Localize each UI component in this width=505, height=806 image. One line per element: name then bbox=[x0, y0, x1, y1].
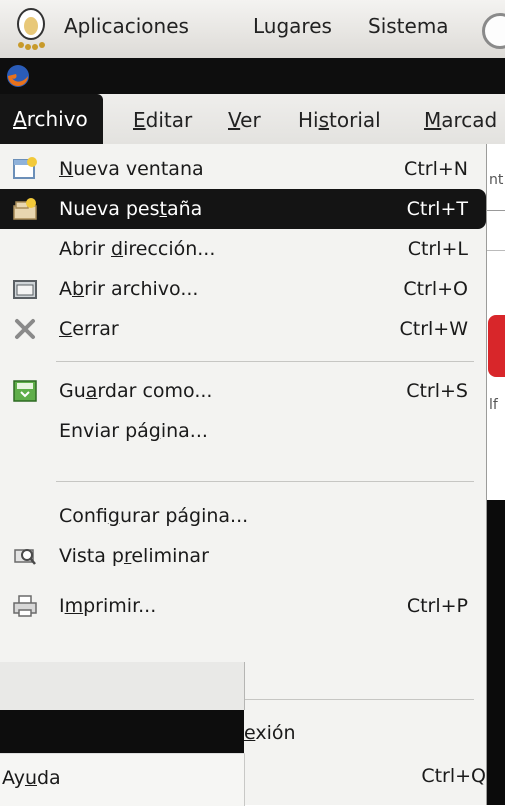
menu-item-nueva-ventana[interactable]: Nueva ventana Ctrl+N bbox=[0, 149, 486, 189]
panel-menu-sistema[interactable]: Sistema bbox=[368, 14, 449, 38]
print-preview-icon bbox=[14, 549, 36, 565]
background-text: lf bbox=[489, 397, 498, 413]
menu-item-cerrar[interactable]: Cerrar Ctrl+W bbox=[0, 309, 486, 349]
menubar: Archivo Editar Ver Historial Marcad bbox=[0, 94, 505, 144]
menu-item-guardar-como[interactable]: Guardar como... Ctrl+S bbox=[0, 371, 486, 411]
panel-menu-lugares[interactable]: Lugares bbox=[253, 14, 332, 38]
menu-ver[interactable]: Ver bbox=[228, 108, 261, 132]
menu-item-configurar-pagina[interactable]: Configurar página... bbox=[0, 496, 486, 536]
menu-marcadores[interactable]: Marcad bbox=[424, 108, 497, 132]
print-icon bbox=[13, 595, 37, 617]
background-divider bbox=[487, 250, 505, 251]
menu-item-trabajar-sin-conexion-partial[interactable]: exión bbox=[244, 722, 296, 744]
menu-item-abrir-archivo[interactable]: Abrir archivo... Ctrl+O bbox=[0, 269, 486, 309]
new-window-icon bbox=[13, 157, 37, 179]
menu-item-enviar-pagina[interactable]: Enviar página... bbox=[0, 411, 486, 451]
menu-archivo[interactable]: Archivo bbox=[0, 94, 103, 144]
panel-menu-aplicaciones[interactable]: Aplicaciones bbox=[64, 14, 189, 38]
menu-item-vista-preliminar[interactable]: Vista preliminar bbox=[0, 536, 486, 576]
overlay-window-titlebar bbox=[0, 710, 244, 753]
menu-item-abrir-direccion[interactable]: Abrir dirección... Ctrl+L bbox=[0, 229, 486, 269]
gnome-foot-icon[interactable] bbox=[14, 8, 48, 50]
background-dark-area bbox=[487, 500, 505, 805]
menu-editar[interactable]: Editar bbox=[133, 108, 192, 132]
system-settings-icon[interactable] bbox=[482, 13, 505, 49]
background-divider bbox=[487, 210, 505, 211]
save-as-icon bbox=[13, 380, 37, 402]
top-panel: Aplicaciones Lugares Sistema bbox=[0, 0, 505, 59]
close-icon bbox=[15, 319, 35, 339]
overlay-window-menu: Ayuda bbox=[0, 753, 245, 806]
menu-separator bbox=[56, 481, 474, 482]
menu-item-imprimir[interactable]: Imprimir... Ctrl+P bbox=[0, 586, 486, 626]
overlay-menu-ayuda[interactable]: Ayuda bbox=[2, 767, 61, 789]
overlay-window-toolbar bbox=[0, 662, 245, 710]
firefox-titlebar bbox=[0, 58, 505, 94]
firefox-icon bbox=[7, 65, 29, 87]
menu-historial[interactable]: Historial bbox=[298, 108, 381, 132]
open-file-icon bbox=[13, 280, 37, 299]
background-text: nt bbox=[489, 172, 504, 188]
new-tab-icon bbox=[13, 198, 37, 220]
menu-item-nueva-pestana[interactable]: Nueva pestaña Ctrl+T bbox=[0, 189, 486, 229]
menu-separator bbox=[56, 361, 474, 362]
background-red-shape bbox=[488, 315, 505, 377]
menu-item-salir-accel[interactable]: Ctrl+Q bbox=[421, 765, 486, 787]
